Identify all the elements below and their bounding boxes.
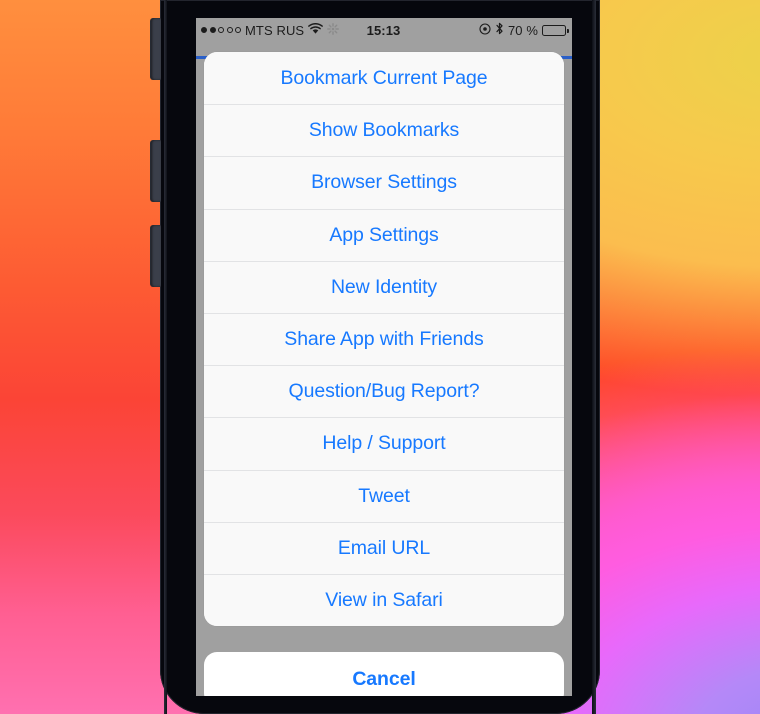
carrier-label: MTS RUS: [245, 22, 305, 38]
signal-dot: [235, 27, 241, 33]
battery-icon: [542, 24, 569, 36]
sheet-item-browser-settings[interactable]: Browser Settings: [204, 156, 564, 209]
status-bar-right: 70 %: [400, 22, 572, 38]
sync-spinner-icon: [327, 22, 340, 38]
sheet-item-question-bug-report[interactable]: Question/Bug Report?: [204, 365, 564, 418]
sheet-item-email-url[interactable]: Email URL: [204, 521, 564, 574]
sheet-item-tweet[interactable]: Tweet: [204, 469, 564, 522]
ring-silent-switch[interactable]: [151, 18, 161, 80]
wifi-icon: [308, 22, 324, 38]
sheet-item-show-bookmarks[interactable]: Show Bookmarks: [204, 104, 564, 157]
signal-dot: [218, 27, 224, 33]
action-sheet: Bookmark Current Page Show Bookmarks Brows…: [204, 52, 564, 627]
status-bar-center: 15:13: [367, 23, 401, 38]
signal-dot: [201, 27, 207, 33]
clock-label: 15:13: [366, 22, 401, 38]
location-alarm-icon: [479, 22, 491, 38]
sheet-item-view-in-safari[interactable]: View in Safari: [204, 573, 564, 627]
signal-strength-dots: [201, 27, 241, 33]
signal-dot: [209, 27, 216, 33]
cancel-button[interactable]: Cancel: [204, 652, 564, 696]
sheet-item-bookmark-current-page[interactable]: Bookmark Current Page: [204, 52, 564, 105]
signal-dot: [226, 27, 233, 33]
phone-screen: MTS RUS 15:13 70 % Bookmark Current Page…: [196, 18, 572, 696]
status-bar: MTS RUS 15:13 70 %: [196, 18, 572, 42]
status-bar-left: MTS RUS: [196, 22, 367, 38]
volume-up-button[interactable]: [151, 140, 161, 202]
sheet-item-help-support[interactable]: Help / Support: [204, 417, 564, 470]
sheet-item-share-app-with-friends[interactable]: Share App with Friends: [204, 312, 564, 366]
sheet-item-new-identity[interactable]: New Identity: [204, 260, 564, 313]
phone-device-frame: MTS RUS 15:13 70 % Bookmark Current Page…: [151, 0, 600, 714]
battery-percent-label: 70 %: [507, 22, 538, 38]
volume-down-button[interactable]: [151, 225, 161, 287]
bluetooth-icon: [495, 22, 504, 38]
sheet-item-app-settings[interactable]: App Settings: [204, 208, 564, 261]
